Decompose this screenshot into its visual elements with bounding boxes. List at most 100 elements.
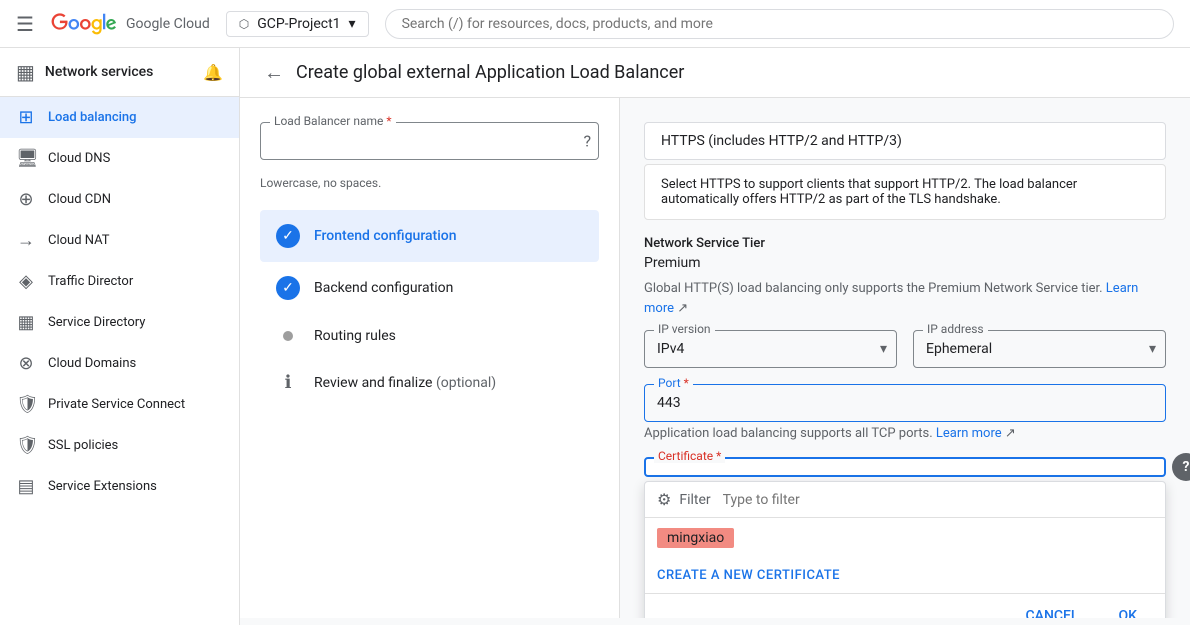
psc-icon: 🛡 [16,394,36,415]
protocol-bar: HTTPS (includes HTTP/2 and HTTP/3) [644,122,1166,160]
lb-name-label: Load Balancer name * [270,114,396,128]
step-optional: (optional) [436,375,496,391]
port-label: Port * [654,376,693,390]
network-services-icon: ▦ [16,60,35,84]
cloud-cdn-icon: ⊕ [16,189,36,210]
sidebar-item-cloud-nat[interactable]: → Cloud NAT [0,220,239,261]
network-tier-section: Network Service Tier Premium Global HTTP… [644,236,1166,318]
sidebar-item-cloud-domains[interactable]: ⊗ Cloud Domains [0,343,239,384]
page-header: ← Create global external Application Loa… [240,48,1190,98]
port-info: Application load balancing supports all … [644,426,1166,441]
sidebar-item-label: Cloud CDN [48,192,111,207]
project-name: GCP-Project1 [257,16,340,32]
ip-row: IP version IPv4 ▾ IP address Ephemeral ▾ [644,330,1166,368]
protocol-info: Select HTTPS to support clients that sup… [644,164,1166,220]
cloud-domains-icon: ⊗ [16,353,36,374]
step-item-frontend[interactable]: ✓ Frontend configuration [260,210,599,262]
sidebar-item-ssl-policies[interactable]: 🛡 SSL policies [0,425,239,466]
create-certificate-button[interactable]: CREATE A NEW CERTIFICATE [645,558,1165,593]
filter-label: Filter [679,492,710,508]
step-item-review[interactable]: ℹ Review and finalize (optional) [260,358,599,407]
cert-help-button[interactable]: ? [1172,453,1190,481]
network-tier-info: Global HTTP(S) load balancing only suppo… [644,279,1166,318]
ip-version-label: IP version [654,322,715,336]
notification-icon[interactable]: 🔔 [203,63,223,82]
step-icon-frontend: ✓ [276,224,300,248]
filter-input[interactable] [723,492,1153,508]
main-content: ← Create global external Application Loa… [240,48,1190,625]
sidebar-item-label: Traffic Director [48,274,133,289]
field-hint: Lowercase, no spaces. [260,176,599,190]
step-item-backend[interactable]: ✓ Backend configuration [260,262,599,314]
sidebar-item-label: Service Extensions [48,479,157,494]
learn-more-link-port[interactable]: Learn more [936,426,1002,441]
menu-icon[interactable]: ☰ [16,12,34,36]
dropdown-actions: CANCEL OK [645,593,1165,618]
topbar: ☰ Google Cloud ⬡ GCP-Project1 ▾ [0,0,1190,48]
cert-required: * [716,449,721,463]
network-tier-value: Premium [644,255,1166,271]
cloud-nat-icon: → [16,230,36,251]
step-icon-review: ℹ [276,372,300,393]
step-label-frontend: Frontend configuration [314,228,457,244]
certificate-label: Certificate * [654,449,725,463]
project-selector[interactable]: ⬡ GCP-Project1 ▾ [226,11,369,37]
sidebar-item-load-balancing[interactable]: ⊞ Load balancing [0,97,239,138]
step-label-routing: Routing rules [314,328,396,344]
service-directory-icon: ▦ [16,312,36,333]
sidebar-item-label: Load balancing [48,110,137,125]
network-tier-label: Network Service Tier [644,236,1166,251]
cert-option-mingxiao[interactable]: mingxiao [645,518,1165,558]
sidebar-item-service-directory[interactable]: ▦ Service Directory [0,302,239,343]
port-field: Port * Application load balancing suppor… [644,384,1166,441]
sidebar-item-cloud-cdn[interactable]: ⊕ Cloud CDN [0,179,239,220]
sidebar: ▦ Network services 🔔 ⊞ Load balancing 🖥 … [0,48,240,625]
sidebar-title: Network services [45,64,153,80]
sidebar-item-service-extensions[interactable]: ▤ Service Extensions [0,466,239,507]
sidebar-item-label: SSL policies [48,438,118,453]
sidebar-item-traffic-director[interactable]: ◈ Traffic Director [0,261,239,302]
service-extensions-icon: ▤ [16,476,36,497]
sidebar-item-label: Cloud NAT [48,233,110,248]
step-label-backend: Backend configuration [314,280,453,296]
sidebar-item-label: Cloud Domains [48,356,136,371]
right-panel: HTTPS (includes HTTP/2 and HTTP/3) Selec… [620,98,1190,618]
step-label-review: Review and finalize (optional) [314,375,496,391]
ip-version-field: IP version IPv4 ▾ [644,330,897,368]
main-layout: ▦ Network services 🔔 ⊞ Load balancing 🖥 … [0,48,1190,625]
cert-tag: mingxiao [657,528,734,548]
certificate-dropdown: ⚙ Filter mingxiao CREATE A NEW CERTIFICA… [644,481,1166,618]
traffic-director-icon: ◈ [16,271,36,292]
sidebar-item-cloud-dns[interactable]: 🖥 Cloud DNS [0,138,239,179]
back-button[interactable]: ← [264,60,284,85]
step-icon-backend: ✓ [276,276,300,300]
cancel-button[interactable]: CANCEL [1010,602,1095,618]
lb-name-field: Load Balancer name * ? [260,122,599,160]
sidebar-header: ▦ Network services 🔔 [0,48,239,97]
step-list: ✓ Frontend configuration ✓ Backend confi… [260,210,599,407]
filter-icon: ⚙ [657,490,671,509]
sidebar-item-label: Private Service Connect [48,397,185,412]
ssl-icon: 🛡 [16,435,36,456]
required-star: * [386,114,391,128]
ok-button[interactable]: OK [1103,602,1154,618]
filter-row: ⚙ Filter [645,482,1165,518]
sidebar-item-private-service-connect[interactable]: 🛡 Private Service Connect [0,384,239,425]
topbar-logo: Google Cloud [50,13,210,35]
google-logo [50,13,118,35]
step-item-routing[interactable]: Routing rules [260,314,599,358]
content-area: Load Balancer name * ? Lowercase, no spa… [240,98,1190,618]
certificate-section: Certificate * ? ⚙ Filter [644,457,1166,477]
ip-address-field: IP address Ephemeral ▾ [913,330,1166,368]
port-required: * [684,376,689,390]
port-input[interactable] [644,384,1166,422]
search-input[interactable] [385,9,1174,39]
page-title: Create global external Application Load … [296,62,684,83]
load-balancing-icon: ⊞ [16,107,36,128]
lb-name-help-icon[interactable]: ? [583,132,591,151]
step-dot-routing [283,331,293,341]
project-dropdown-icon[interactable]: ▾ [349,16,356,32]
cloud-dns-icon: 🖥 [16,148,36,169]
sidebar-item-label: Cloud DNS [48,151,110,166]
steps-panel: Load Balancer name * ? Lowercase, no spa… [240,98,620,618]
